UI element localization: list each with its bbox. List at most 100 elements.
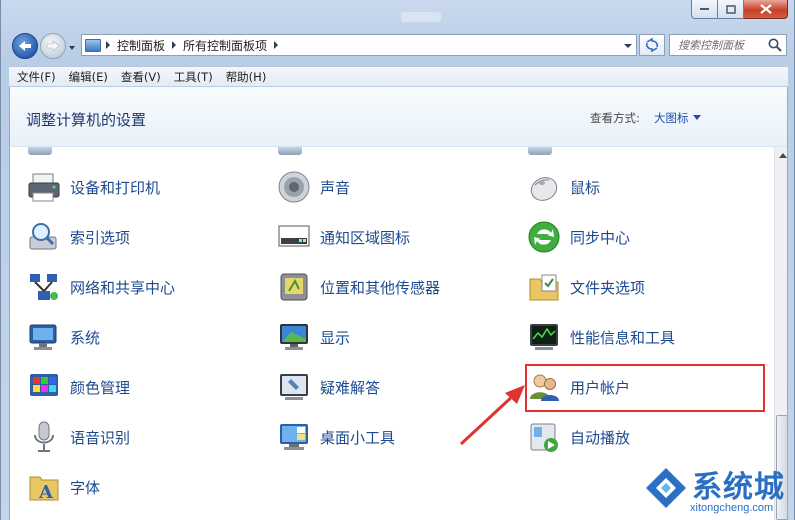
menu-view[interactable]: 查看(V) (113, 69, 166, 85)
item-sync-center[interactable]: 同步中心 (526, 217, 630, 257)
item-label: 疑难解答 (320, 378, 381, 397)
item-speech-recognition[interactable]: 语音识别 (26, 417, 130, 457)
search-icon[interactable] (767, 37, 783, 53)
partially-hidden-icon (28, 147, 52, 155)
item-desktop-gadgets[interactable]: 桌面小工具 (276, 417, 395, 457)
fonts-icon: A (26, 469, 62, 505)
item-label: 网络和共享中心 (70, 278, 176, 297)
search-box[interactable]: 搜索控制面板 (669, 34, 787, 56)
folder-options-icon (526, 269, 562, 305)
caption-buttons (691, 0, 788, 19)
content-header: 调整计算机的设置 查看方式: 大图标 (10, 87, 787, 147)
explorer-window: 控制面板 所有控制面板项 搜索控制面板 文件(F) 编辑(E) 查看(V) 工具… (0, 0, 795, 520)
item-label: 声音 (320, 178, 351, 197)
view-by-dropdown[interactable]: 大图标 (654, 110, 701, 126)
speaker-icon (276, 169, 312, 205)
refresh-button[interactable] (639, 34, 665, 56)
scroll-up-button[interactable] (775, 147, 787, 163)
maximize-icon (725, 4, 736, 14)
close-icon (759, 4, 772, 14)
window-title-area (401, 12, 441, 22)
breadcrumb-all-items[interactable]: 所有控制面板项 (181, 37, 269, 54)
item-indexing-options[interactable]: 索引选项 (26, 217, 130, 257)
item-mouse[interactable]: 鼠标 (526, 167, 600, 207)
item-label: 鼠标 (570, 178, 601, 197)
navigation-bar: 控制面板 所有控制面板项 搜索控制面板 (1, 28, 795, 64)
desktop-gadgets-icon (276, 419, 312, 455)
menu-edit[interactable]: 编辑(E) (61, 69, 113, 85)
item-label: 通知区域图标 (320, 228, 411, 247)
item-sound[interactable]: 声音 (276, 167, 350, 207)
item-label: 同步中心 (570, 228, 631, 247)
printer-icon (26, 169, 62, 205)
menu-bar: 文件(F) 编辑(E) 查看(V) 工具(T) 帮助(H) (9, 66, 788, 86)
refresh-icon (645, 38, 659, 52)
partially-hidden-icon (528, 147, 552, 155)
view-by-value[interactable]: 大图标 (654, 110, 689, 126)
recent-pages-dropdown[interactable] (67, 42, 77, 52)
system-computer-icon (26, 319, 62, 355)
item-folder-options[interactable]: 文件夹选项 (526, 267, 645, 307)
item-color-management[interactable]: 颜色管理 (26, 367, 130, 407)
index-magnifier-icon (26, 219, 62, 255)
breadcrumb-separator-icon[interactable] (101, 39, 115, 51)
chevron-down-icon (692, 115, 701, 120)
watermark-logo-icon (646, 468, 686, 508)
item-fonts[interactable]: A 字体 (26, 467, 100, 507)
color-management-icon (26, 369, 62, 405)
item-location-sensors[interactable]: 位置和其他传感器 (276, 267, 440, 307)
highlight-box (525, 364, 765, 412)
address-dropdown[interactable] (623, 40, 633, 50)
forward-button[interactable] (40, 33, 66, 59)
content-pane: 调整计算机的设置 查看方式: 大图标 设备和打印机 声音 鼠标 索引选项 通知区… (9, 87, 788, 520)
troubleshoot-icon (276, 369, 312, 405)
item-autoplay[interactable]: 自动播放 (526, 417, 630, 457)
mouse-icon (526, 169, 562, 205)
breadcrumb-separator-icon[interactable] (167, 39, 181, 51)
search-input[interactable]: 搜索控制面板 (670, 37, 767, 53)
item-label: 颜色管理 (70, 378, 131, 397)
network-icon (26, 269, 62, 305)
item-label: 语音识别 (70, 428, 131, 447)
item-label: 自动播放 (570, 428, 631, 447)
minimize-icon (699, 8, 709, 10)
sync-icon (526, 219, 562, 255)
item-display[interactable]: 显示 (276, 317, 350, 357)
menu-tools[interactable]: 工具(T) (166, 69, 218, 85)
partially-hidden-icon (278, 147, 302, 155)
back-button[interactable] (12, 33, 38, 59)
minimize-button[interactable] (691, 0, 718, 19)
menu-file[interactable]: 文件(F) (9, 69, 61, 85)
item-troubleshooting[interactable]: 疑难解答 (276, 367, 380, 407)
chevron-up-icon (778, 152, 787, 158)
svg-text:A: A (38, 482, 54, 503)
taskbar-notify-icon (276, 219, 312, 255)
item-system[interactable]: 系统 (26, 317, 100, 357)
arrow-right-icon (46, 40, 60, 52)
annotation-arrow-icon (459, 385, 525, 446)
microphone-icon (26, 419, 62, 455)
item-label: 位置和其他传感器 (320, 278, 441, 297)
item-label: 设备和打印机 (70, 178, 161, 197)
menu-help[interactable]: 帮助(H) (218, 69, 272, 85)
maximize-button[interactable] (718, 0, 744, 19)
chevron-down-icon (624, 44, 632, 48)
item-notification-area-icons[interactable]: 通知区域图标 (276, 217, 410, 257)
item-performance-info-tools[interactable]: 性能信息和工具 (526, 317, 675, 357)
item-network-sharing-center[interactable]: 网络和共享中心 (26, 267, 175, 307)
item-label: 系统 (70, 328, 101, 347)
location-sensor-icon (276, 269, 312, 305)
address-bar[interactable]: 控制面板 所有控制面板项 (81, 34, 637, 56)
item-devices-printers[interactable]: 设备和打印机 (26, 167, 160, 207)
control-panel-icon (85, 38, 101, 52)
item-label: 文件夹选项 (570, 278, 646, 297)
breadcrumb-separator-icon[interactable] (269, 39, 283, 51)
item-label: 桌面小工具 (320, 428, 396, 447)
item-label: 性能信息和工具 (570, 328, 676, 347)
chevron-down-icon (69, 46, 75, 50)
display-monitor-icon (276, 319, 312, 355)
watermark-name: 系统城 (692, 470, 785, 505)
item-label: 字体 (70, 478, 101, 497)
close-button[interactable] (744, 0, 788, 19)
breadcrumb-control-panel[interactable]: 控制面板 (115, 37, 167, 54)
